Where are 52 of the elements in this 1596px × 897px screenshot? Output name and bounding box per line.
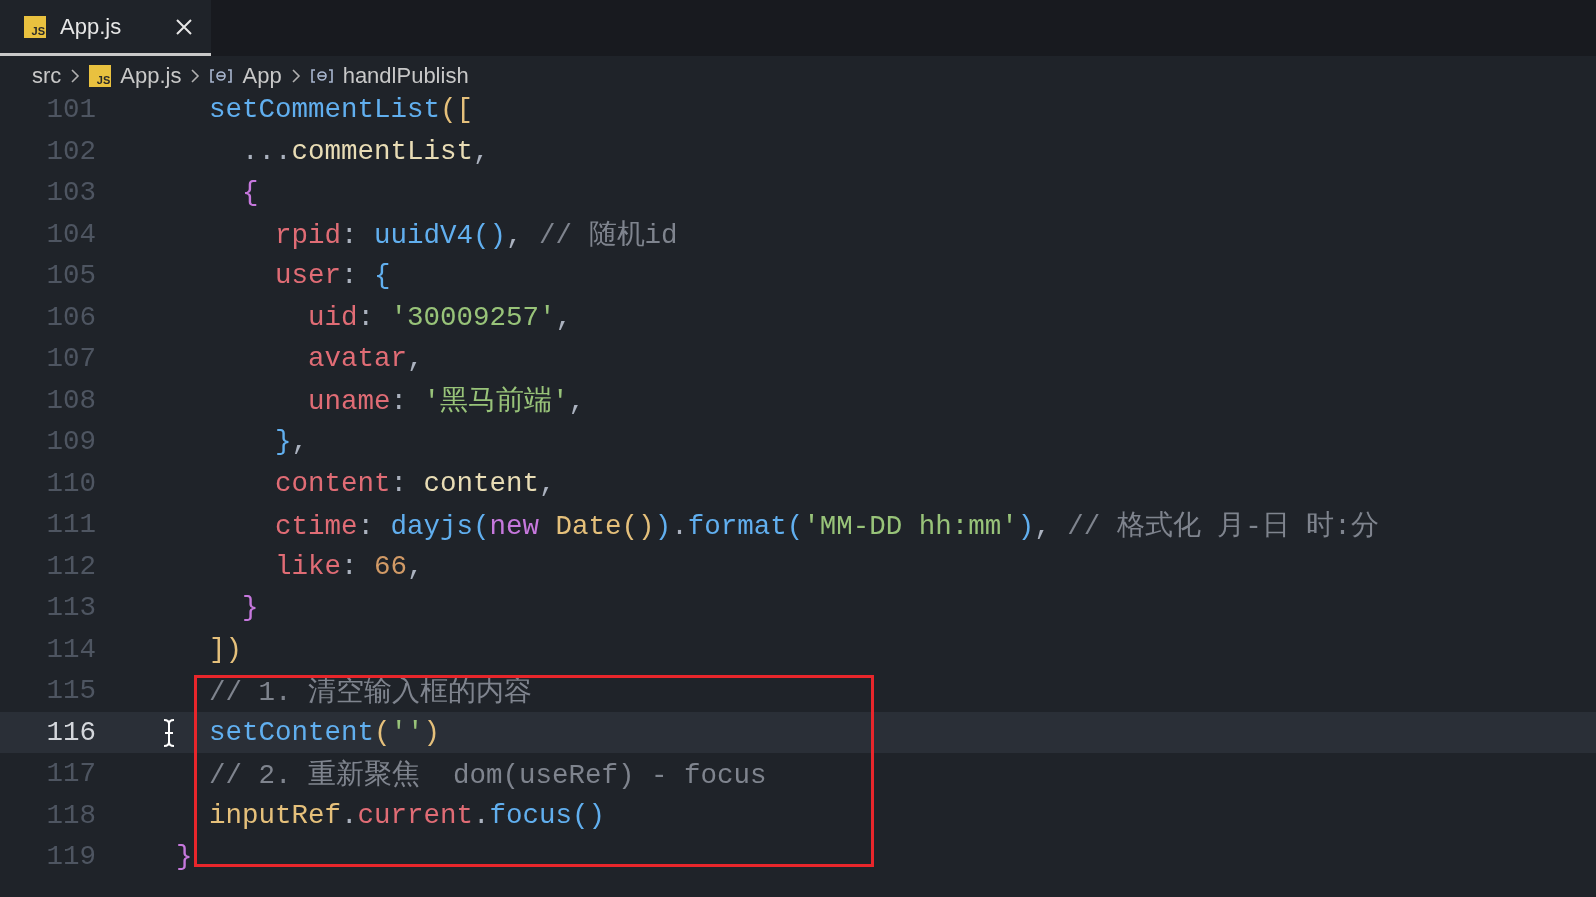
line-number: 116 [45, 716, 96, 748]
code-line: } [176, 841, 193, 873]
code-line: ctime: dayjs(new Date()).format('MM-DD hh:mm'), // 格式化 月-日 时:分 [274, 509, 1379, 543]
code-line: inputRef.current.focus() [208, 799, 606, 831]
chevron-icon [70, 67, 81, 84]
line-number: 108 [45, 384, 96, 416]
breadcrumb-item[interactable]: src [32, 62, 62, 89]
line-number: 114 [45, 633, 96, 665]
code-line: // 1. 清空输入框的内容 [208, 675, 533, 709]
code-line: like: 66, [274, 550, 424, 582]
line-number: 102 [45, 135, 96, 167]
line-number: 103 [45, 177, 96, 209]
code-line: user: { [274, 260, 391, 292]
code-line: // 2. 重新聚焦 dom(useRef) - focus [208, 758, 767, 792]
line-number: 113 [45, 592, 96, 624]
code-line: ]) [208, 633, 242, 665]
line-number: 112 [45, 550, 96, 582]
editor-tab[interactable]: JS App.js [0, 0, 211, 56]
javascript-file-icon: JS [89, 64, 112, 87]
line-number: 107 [45, 343, 96, 375]
javascript-file-icon: JS [24, 15, 46, 38]
line-number: 119 [45, 841, 96, 873]
code-line: } [241, 592, 259, 624]
close-icon[interactable] [175, 17, 193, 36]
chevron-icon [290, 67, 301, 84]
chevron-icon [190, 67, 201, 84]
breadcrumb-item[interactable]: App.js [120, 62, 182, 89]
code-line: ...commentList, [241, 135, 490, 167]
line-number: 106 [45, 301, 96, 333]
code-line: avatar, [307, 343, 424, 375]
line-number: 109 [45, 426, 96, 458]
line-number: 105 [45, 260, 96, 292]
code-line: setCommentList([ [208, 95, 474, 126]
symbol-icon [209, 67, 234, 84]
code-line: }, [274, 426, 309, 458]
code-line: uid: '30009257', [307, 301, 573, 333]
line-number: 115 [45, 675, 96, 707]
code-line: rpid: uuidV4(), // 随机id [274, 219, 678, 253]
line-number: 111 [45, 509, 96, 541]
line-number: 118 [45, 799, 96, 831]
symbol-icon [309, 67, 334, 84]
code-line: setContent('') [208, 716, 441, 748]
breadcrumb-item[interactable]: handlPublish [342, 62, 469, 89]
text-cursor-icon [162, 717, 176, 748]
line-number: 110 [45, 467, 96, 499]
line-number: 104 [45, 218, 96, 250]
code-line: content: content, [274, 467, 556, 499]
code-line: uname: '黑马前端', [307, 385, 586, 419]
code-line: { [241, 177, 259, 209]
line-number: 117 [45, 758, 96, 790]
line-number: 101 [45, 95, 96, 126]
breadcrumb-item[interactable]: App [242, 62, 282, 89]
